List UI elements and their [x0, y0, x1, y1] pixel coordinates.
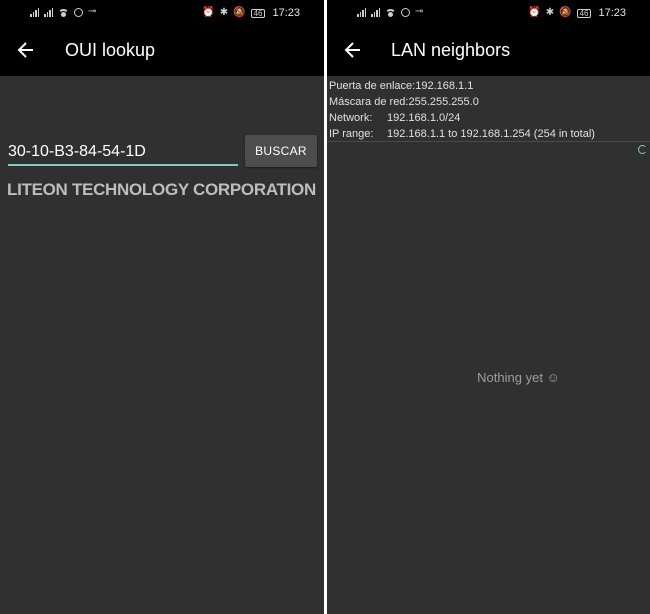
bluetooth-icon: ✱: [219, 7, 229, 18]
status-right-icons: ⏰ ✱ 🔕 46 17:23: [528, 7, 626, 19]
empty-state-text: Nothing yet ☺: [477, 370, 560, 385]
info-value: 255.255.255.0: [408, 96, 479, 108]
info-label: Network:: [329, 112, 373, 124]
search-button[interactable]: BUSCAR: [245, 135, 317, 167]
sync-icon: [401, 8, 410, 17]
status-left-icons: ⊸: [357, 7, 423, 17]
page-title: OUI lookup: [65, 40, 156, 60]
network-info: Puerta de enlace:192.168.1.1 Máscara de …: [329, 78, 595, 142]
loading-spinner-icon: [638, 145, 647, 154]
network-row: Network: 192.168.1.0/24: [329, 110, 595, 126]
signal-icon: [371, 8, 380, 17]
status-time: 17:23: [272, 7, 300, 19]
back-arrow-icon[interactable]: [343, 40, 363, 60]
key-icon: ⊸: [415, 6, 424, 17]
info-label: Máscara de red:: [329, 96, 409, 108]
signal-icon: [44, 8, 53, 17]
app-bar: OUI lookup: [0, 26, 324, 76]
status-bar: ⊸ ⏰ ✱ 🔕 46 17:23: [327, 0, 650, 26]
status-right-icons: ⏰ ✱ 🔕 46 17:23: [202, 7, 300, 19]
oui-lookup-screen: ⊸ ⏰ ✱ 🔕 46 17:23 OUI lookup BUSCAR LITEO…: [0, 0, 324, 614]
info-value: 192.168.1.1: [415, 80, 474, 92]
alarm-icon: ⏰: [202, 7, 215, 18]
ip-range-row: IP range: 192.168.1.1 to 192.168.1.254 (2…: [329, 126, 595, 142]
back-arrow-icon[interactable]: [16, 40, 36, 60]
lan-neighbors-screen: ⊸ ⏰ ✱ 🔕 46 17:23 LAN neighbors Puerta de…: [327, 0, 650, 614]
signal-icon: [357, 8, 366, 17]
info-label: Puerta de enlace:: [329, 80, 416, 92]
signal-icon: [30, 8, 39, 17]
page-title: LAN neighbors: [391, 40, 511, 60]
netmask-row: Máscara de red:255.255.255.0: [329, 94, 595, 110]
alarm-icon: ⏰: [528, 7, 541, 18]
info-value: 192.168.1.1 to 192.168.1.254 (254 in tot…: [387, 128, 595, 140]
wifi-icon: [385, 9, 396, 17]
status-left-icons: ⊸: [30, 7, 96, 17]
status-time: 17:23: [598, 7, 626, 19]
bluetooth-icon: ✱: [545, 7, 555, 18]
mac-address-input[interactable]: [8, 140, 238, 166]
mute-icon: 🔕: [559, 7, 572, 18]
battery-icon: 46: [250, 8, 266, 18]
key-icon: ⊸: [88, 6, 97, 17]
battery-icon: 46: [576, 8, 592, 18]
vendor-result: LITEON TECHNOLOGY CORPORATION: [7, 180, 316, 199]
mute-icon: 🔕: [233, 7, 246, 18]
wifi-icon: [58, 9, 69, 17]
status-bar: ⊸ ⏰ ✱ 🔕 46 17:23: [0, 0, 324, 26]
info-label: IP range:: [329, 128, 374, 140]
divider: [327, 141, 650, 142]
app-bar: LAN neighbors: [327, 26, 650, 76]
gateway-row: Puerta de enlace:192.168.1.1: [329, 78, 595, 94]
sync-icon: [74, 8, 83, 17]
info-value: 192.168.1.0/24: [387, 112, 461, 124]
